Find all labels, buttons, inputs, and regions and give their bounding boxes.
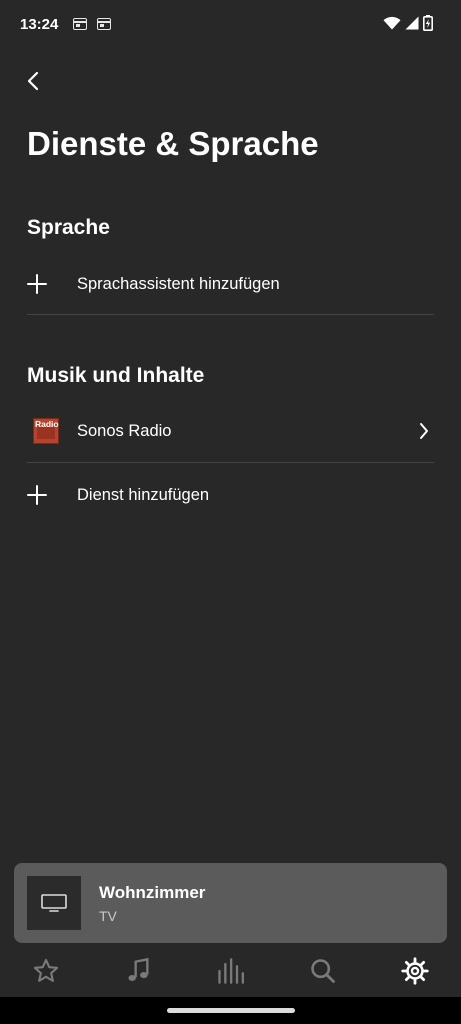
section-heading-sprache: Sprache [27, 216, 110, 239]
calendar-widget-icon [73, 18, 87, 30]
divider [27, 462, 434, 463]
wifi-icon [383, 16, 401, 30]
battery-charging-icon [423, 15, 433, 31]
search-icon [310, 959, 335, 983]
section-heading-musik: Musik und Inhalte [27, 364, 205, 387]
cellular-signal-icon [405, 16, 419, 30]
add-service-row[interactable]: Dienst hinzufügen [27, 467, 434, 523]
add-voice-assistant-row[interactable]: Sprachassistent hinzufügen [27, 256, 434, 312]
page-title: Dienste & Sprache [27, 125, 319, 162]
tv-icon [41, 894, 67, 912]
home-gesture-bar[interactable] [167, 1008, 295, 1013]
sonos-radio-label: Sonos Radio [77, 421, 172, 440]
status-icons [383, 15, 433, 31]
plus-icon [27, 270, 65, 298]
bottom-navigation [0, 945, 461, 997]
chevron-right-icon [414, 419, 434, 443]
sonos-radio-logo-wrap: Radio [27, 417, 65, 445]
music-note-icon [128, 957, 149, 982]
equalizer-bars-icon [218, 958, 245, 984]
star-icon [33, 958, 59, 982]
now-playing-thumbnail [27, 876, 81, 930]
status-time: 13:24 [20, 16, 59, 33]
chevron-left-icon [27, 71, 39, 91]
nav-browse[interactable] [92, 947, 184, 995]
nav-search[interactable] [277, 947, 369, 995]
calendar-widget-icon [97, 18, 111, 30]
add-service-label: Dienst hinzufügen [77, 485, 210, 504]
sonos-radio-logo: Radio [33, 418, 59, 444]
now-playing-room: Wohnzimmer [99, 883, 206, 902]
add-voice-assistant-label: Sprachassistent hinzufügen [77, 274, 280, 293]
back-button[interactable] [18, 64, 48, 98]
settings-services-screen: 13:24 Dienste & Sprache Sprache Sprachas… [0, 0, 461, 1024]
now-playing-source: TV [99, 908, 117, 924]
plus-icon [27, 481, 65, 509]
gear-icon [401, 957, 429, 985]
nav-settings[interactable] [369, 947, 461, 995]
gesture-navigation-area [0, 997, 461, 1024]
nav-rooms[interactable] [184, 947, 276, 995]
now-playing-bar[interactable]: Wohnzimmer TV [14, 863, 447, 943]
sonos-radio-row[interactable]: Radio Sonos Radio [27, 403, 434, 459]
status-bar: 13:24 [0, 0, 461, 50]
nav-favorites[interactable] [0, 947, 92, 995]
divider [27, 314, 434, 315]
